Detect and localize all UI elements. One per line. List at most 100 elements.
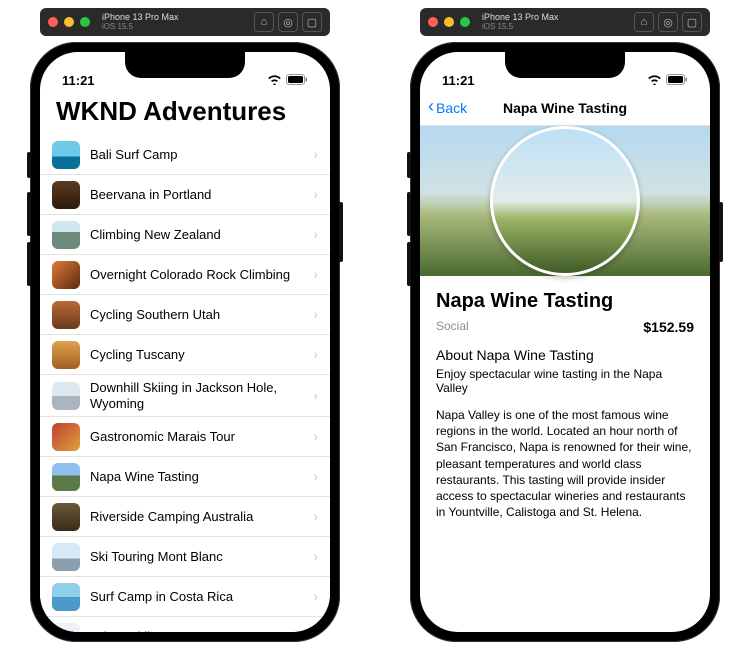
notch bbox=[505, 52, 625, 78]
list-item[interactable]: Surf Camp in Costa Rica› bbox=[40, 577, 330, 617]
chevron-right-icon: › bbox=[314, 147, 318, 162]
chevron-right-icon: › bbox=[314, 267, 318, 282]
detail-category: Social bbox=[436, 319, 469, 335]
traffic-minimize-icon[interactable] bbox=[444, 17, 454, 27]
traffic-minimize-icon[interactable] bbox=[64, 17, 74, 27]
list-item-label: Cycling Southern Utah bbox=[90, 307, 314, 323]
hero-image bbox=[420, 126, 710, 276]
chevron-right-icon: › bbox=[314, 629, 318, 632]
list-item[interactable]: Gastronomic Marais Tour› bbox=[40, 417, 330, 457]
list-item-label: Surf Camp in Costa Rica bbox=[90, 589, 314, 605]
wifi-icon bbox=[647, 73, 662, 88]
chevron-right-icon: › bbox=[314, 307, 318, 322]
notch bbox=[125, 52, 245, 78]
thumbnail-icon bbox=[52, 261, 80, 289]
adventures-list[interactable]: Bali Surf Camp› Beervana in Portland› Cl… bbox=[40, 135, 330, 632]
list-item[interactable]: Ski Touring Mont Blanc› bbox=[40, 537, 330, 577]
thumbnail-icon bbox=[52, 382, 80, 410]
list-item-label: Cycling Tuscany bbox=[90, 347, 314, 363]
volume-down bbox=[407, 242, 411, 286]
back-button[interactable]: ‹ Back bbox=[428, 98, 467, 117]
mute-switch bbox=[407, 152, 411, 178]
chevron-right-icon: › bbox=[314, 187, 318, 202]
volume-up bbox=[27, 192, 31, 236]
phone-frame: 11:21 ‹ Back Napa Win bbox=[410, 42, 720, 642]
chevron-right-icon: › bbox=[314, 549, 318, 564]
thumbnail-icon bbox=[52, 141, 80, 169]
traffic-close-icon[interactable] bbox=[428, 17, 438, 27]
nav-bar: ‹ Back Napa Wine Tasting bbox=[420, 90, 710, 126]
traffic-zoom-icon[interactable] bbox=[80, 17, 90, 27]
list-item[interactable]: Riverside Camping Australia› bbox=[40, 497, 330, 537]
simulator-titlebar: iPhone 13 Pro Max iOS 15.5 ⌂ ◎ ▢ bbox=[420, 8, 710, 36]
list-item[interactable]: Downhill Skiing in Jackson Hole, Wyoming… bbox=[40, 375, 330, 417]
thumbnail-icon bbox=[52, 583, 80, 611]
list-item-label: Tahoe Skiing bbox=[90, 629, 314, 632]
page-title: WKND Adventures bbox=[40, 90, 330, 135]
back-label: Back bbox=[436, 100, 467, 116]
thumbnail-icon bbox=[52, 463, 80, 491]
status-time: 11:21 bbox=[62, 73, 95, 88]
list-item-label: Bali Surf Camp bbox=[90, 147, 314, 163]
chevron-right-icon: › bbox=[314, 429, 318, 444]
screenshot-button-icon[interactable]: ◎ bbox=[278, 12, 298, 32]
list-item[interactable]: Climbing New Zealand› bbox=[40, 215, 330, 255]
list-item-label: Beervana in Portland bbox=[90, 187, 314, 203]
chevron-right-icon: › bbox=[314, 469, 318, 484]
rotate-button-icon[interactable]: ▢ bbox=[682, 12, 702, 32]
hero-circle-image bbox=[490, 126, 640, 276]
list-item[interactable]: Cycling Southern Utah› bbox=[40, 295, 330, 335]
phone-frame: 11:21 WKND Adventures Bali Surf Camp› Be… bbox=[30, 42, 340, 642]
traffic-close-icon[interactable] bbox=[48, 17, 58, 27]
thumbnail-icon bbox=[52, 423, 80, 451]
list-item[interactable]: Bali Surf Camp› bbox=[40, 135, 330, 175]
home-button-icon[interactable]: ⌂ bbox=[634, 12, 654, 32]
list-item-label: Climbing New Zealand bbox=[90, 227, 314, 243]
traffic-zoom-icon[interactable] bbox=[460, 17, 470, 27]
volume-up bbox=[407, 192, 411, 236]
list-item[interactable]: Cycling Tuscany› bbox=[40, 335, 330, 375]
volume-down bbox=[27, 242, 31, 286]
list-item-label: Downhill Skiing in Jackson Hole, Wyoming bbox=[90, 380, 314, 411]
about-subtitle: Enjoy spectacular wine tasting in the Na… bbox=[436, 367, 694, 395]
home-button-icon[interactable]: ⌂ bbox=[254, 12, 274, 32]
simulator-titlebar: iPhone 13 Pro Max iOS 15.5 ⌂ ◎ ▢ bbox=[40, 8, 330, 36]
list-item-label: Overnight Colorado Rock Climbing bbox=[90, 267, 314, 283]
power-button bbox=[719, 202, 723, 262]
list-item[interactable]: Napa Wine Tasting› bbox=[40, 457, 330, 497]
detail-price: $152.59 bbox=[643, 319, 694, 335]
chevron-right-icon: › bbox=[314, 227, 318, 242]
chevron-right-icon: › bbox=[314, 589, 318, 604]
chevron-left-icon: ‹ bbox=[428, 96, 434, 117]
rotate-button-icon[interactable]: ▢ bbox=[302, 12, 322, 32]
detail-title: Napa Wine Tasting bbox=[436, 290, 694, 313]
thumbnail-icon bbox=[52, 301, 80, 329]
chevron-right-icon: › bbox=[314, 347, 318, 362]
list-item-label: Ski Touring Mont Blanc bbox=[90, 549, 314, 565]
chevron-right-icon: › bbox=[314, 509, 318, 524]
battery-icon bbox=[666, 73, 688, 88]
simulator-os-version: iOS 15.5 bbox=[482, 23, 559, 32]
list-item-label: Riverside Camping Australia bbox=[90, 509, 314, 525]
list-item[interactable]: Beervana in Portland› bbox=[40, 175, 330, 215]
wifi-icon bbox=[267, 73, 282, 88]
list-item[interactable]: Tahoe Skiing› bbox=[40, 617, 330, 632]
power-button bbox=[339, 202, 343, 262]
thumbnail-icon bbox=[52, 341, 80, 369]
mute-switch bbox=[27, 152, 31, 178]
screenshot-button-icon[interactable]: ◎ bbox=[658, 12, 678, 32]
thumbnail-icon bbox=[52, 623, 80, 632]
list-item[interactable]: Overnight Colorado Rock Climbing› bbox=[40, 255, 330, 295]
thumbnail-icon bbox=[52, 543, 80, 571]
about-heading: About Napa Wine Tasting bbox=[436, 347, 694, 363]
thumbnail-icon bbox=[52, 181, 80, 209]
battery-icon bbox=[286, 73, 308, 88]
thumbnail-icon bbox=[52, 221, 80, 249]
thumbnail-icon bbox=[52, 503, 80, 531]
chevron-right-icon: › bbox=[314, 388, 318, 403]
list-item-label: Gastronomic Marais Tour bbox=[90, 429, 314, 445]
simulator-os-version: iOS 15.5 bbox=[102, 23, 179, 32]
list-item-label: Napa Wine Tasting bbox=[90, 469, 314, 485]
status-time: 11:21 bbox=[442, 73, 475, 88]
about-description: Napa Valley is one of the most famous wi… bbox=[436, 407, 694, 520]
